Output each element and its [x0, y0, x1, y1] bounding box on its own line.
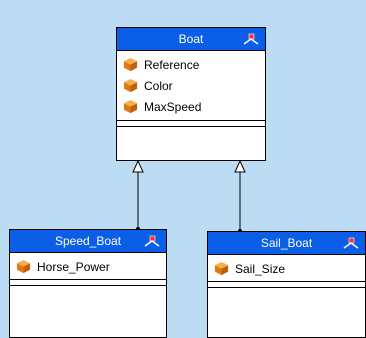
attribute-row[interactable]: Sail_Size: [214, 258, 365, 279]
attribute-name: Sail_Size: [235, 261, 286, 276]
class-stereotype-icon: [243, 33, 259, 45]
operations-compartment: [117, 120, 265, 127]
class-name: Boat: [178, 32, 204, 46]
class-boat[interactable]: Boat Reference Color MaxSpeed: [116, 27, 266, 161]
attribute-row[interactable]: Color: [123, 75, 265, 96]
attribute-name: Reference: [144, 57, 200, 72]
operations-compartment: [208, 281, 365, 288]
package-cube-icon: [123, 78, 138, 93]
class-header: Boat: [117, 28, 265, 51]
class-speed-boat[interactable]: Speed_Boat Horse_Power: [9, 229, 167, 338]
class-name: Sail_Boat: [260, 236, 313, 250]
package-cube-icon: [16, 259, 31, 274]
package-cube-icon: [123, 57, 138, 72]
attribute-row[interactable]: Horse_Power: [16, 256, 166, 277]
inheritance-arrow-icon: [132, 159, 144, 173]
inheritance-arrow-icon: [234, 159, 246, 173]
attribute-list: Reference Color MaxSpeed: [117, 51, 265, 117]
attribute-name: Color: [144, 78, 173, 93]
package-cube-icon: [123, 99, 138, 114]
class-name: Speed_Boat: [54, 234, 122, 248]
attribute-row[interactable]: Reference: [123, 54, 265, 75]
attribute-list: Horse_Power: [10, 253, 166, 277]
generalization-speed-boat[interactable]: [132, 159, 144, 231]
class-sail-boat[interactable]: Sail_Boat Sail_Size: [207, 231, 366, 338]
class-stereotype-icon: [144, 235, 160, 247]
class-header: Sail_Boat: [208, 232, 365, 255]
generalization-sail-boat[interactable]: [234, 159, 246, 233]
diagram-canvas: Boat Reference Color MaxSpeed Speed_Boat…: [0, 0, 366, 338]
operations-compartment: [10, 279, 166, 286]
attribute-name: MaxSpeed: [144, 99, 202, 114]
attribute-name: Horse_Power: [37, 259, 110, 274]
class-header: Speed_Boat: [10, 230, 166, 253]
package-cube-icon: [214, 261, 229, 276]
attribute-list: Sail_Size: [208, 255, 365, 279]
class-stereotype-icon: [343, 237, 359, 249]
attribute-row[interactable]: MaxSpeed: [123, 96, 265, 117]
